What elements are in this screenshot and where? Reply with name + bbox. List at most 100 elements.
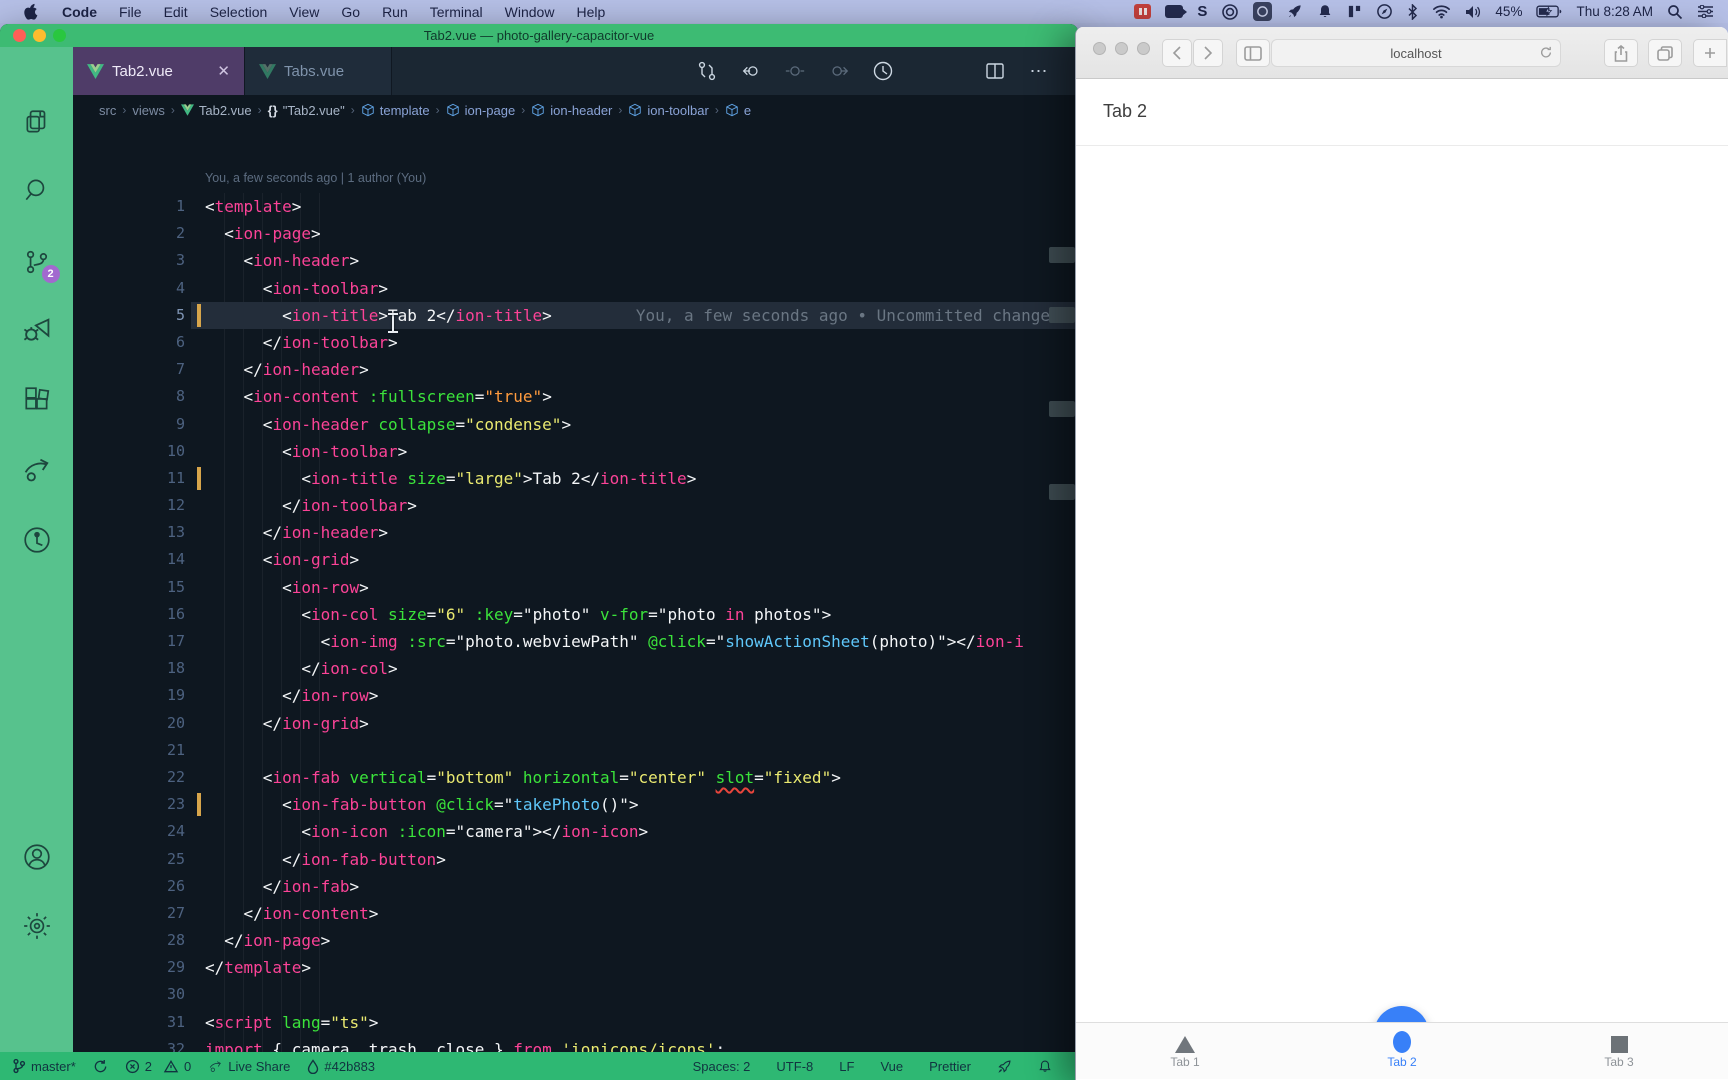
current-change-icon[interactable] bbox=[784, 60, 806, 82]
tab-tabs-vue[interactable]: Tabs.vue bbox=[245, 47, 392, 95]
bell-icon[interactable] bbox=[1317, 3, 1333, 21]
breadcrumb-separator: › bbox=[436, 103, 440, 117]
url-text: localhost bbox=[1390, 46, 1441, 61]
menubar-item-edit[interactable]: Edit bbox=[153, 0, 199, 23]
color-hash-indicator[interactable]: #42b883 bbox=[307, 1059, 375, 1074]
zoom-window-button[interactable] bbox=[1137, 42, 1150, 55]
menubar-item-file[interactable]: File bbox=[108, 0, 153, 23]
wifi-icon[interactable] bbox=[1432, 3, 1451, 21]
search-icon[interactable] bbox=[1667, 3, 1683, 21]
live-share-icon[interactable] bbox=[20, 453, 54, 487]
source-control-icon[interactable]: 2 bbox=[20, 245, 54, 279]
tab-button-tab3[interactable]: Tab 3 bbox=[1559, 1023, 1679, 1080]
breadcrumb-item-src[interactable]: src bbox=[99, 103, 116, 118]
forward-button[interactable] bbox=[1193, 39, 1223, 67]
menubar-item-view[interactable]: View bbox=[278, 0, 330, 23]
bluetooth-icon[interactable] bbox=[1407, 3, 1418, 21]
menubar-item-help[interactable]: Help bbox=[565, 0, 616, 23]
breadcrumb-item-iontoolbar[interactable]: ion-toolbar bbox=[628, 103, 708, 118]
split-editor-icon[interactable] bbox=[984, 60, 1006, 82]
sidebar-toggle-icon[interactable] bbox=[1236, 39, 1270, 67]
vscode-titlebar[interactable]: Tab2.vue — photo-gallery-capacitor-vue bbox=[0, 24, 1078, 47]
record-icon[interactable] bbox=[1221, 3, 1239, 21]
tab-label: Tab 1 bbox=[1125, 1055, 1245, 1069]
minimize-window-button[interactable] bbox=[33, 29, 46, 42]
compass-icon[interactable] bbox=[1376, 3, 1393, 21]
tab-overview-icon[interactable] bbox=[1648, 39, 1682, 67]
breadcrumb-item-tab2vue[interactable]: Tab2.vue bbox=[181, 103, 252, 118]
line-number: 6 bbox=[73, 329, 185, 356]
code-line-15: 15 <ion-row> bbox=[73, 574, 1078, 601]
more-actions-icon[interactable]: ⋯ bbox=[1028, 60, 1050, 82]
tab-button-tab1[interactable]: Tab 1 bbox=[1125, 1023, 1245, 1080]
control-center-icon[interactable] bbox=[1697, 3, 1714, 21]
line-number: 20 bbox=[73, 710, 185, 737]
run-debug-icon[interactable] bbox=[20, 313, 54, 347]
breadcrumb[interactable]: src›views›Tab2.vue›{}"Tab2.vue"›template… bbox=[73, 95, 1078, 125]
back-button[interactable] bbox=[1162, 39, 1192, 67]
code-line-21: 21 bbox=[73, 737, 1078, 764]
search-icon[interactable] bbox=[20, 173, 54, 207]
git-branch-indicator[interactable]: master* bbox=[12, 1058, 76, 1074]
timeline-icon[interactable] bbox=[872, 60, 894, 82]
share-icon[interactable] bbox=[1604, 39, 1638, 67]
reload-icon[interactable] bbox=[1539, 45, 1553, 63]
tab-tab2-vue[interactable]: Tab2.vue ✕ bbox=[73, 47, 245, 95]
breadcrumb-item-template[interactable]: template bbox=[361, 103, 430, 118]
rocket-icon[interactable] bbox=[1286, 3, 1303, 21]
screen-capture-icon[interactable] bbox=[1253, 2, 1272, 21]
eol-indicator[interactable]: LF bbox=[839, 1059, 854, 1074]
previous-change-icon[interactable] bbox=[740, 60, 762, 82]
breadcrumb-item-e[interactable]: e bbox=[725, 103, 751, 118]
menubar-item-selection[interactable]: Selection bbox=[199, 0, 279, 23]
next-change-icon[interactable] bbox=[828, 60, 850, 82]
feedback-rocket-icon[interactable] bbox=[997, 1059, 1012, 1074]
codelens-annotation[interactable]: You, a few seconds ago | 1 author (You) bbox=[205, 171, 426, 185]
safari-titlebar[interactable]: localhost bbox=[1076, 27, 1728, 79]
menubar-item-run[interactable]: Run bbox=[371, 0, 419, 23]
explorer-icon[interactable] bbox=[20, 105, 54, 139]
notifications-bell-icon[interactable] bbox=[1038, 1059, 1052, 1074]
open-changes-icon[interactable] bbox=[696, 60, 718, 82]
vue-icon bbox=[259, 64, 276, 79]
extensions-icon[interactable] bbox=[20, 383, 54, 417]
breadcrumb-item-ionheader[interactable]: ion-header bbox=[531, 103, 612, 118]
inline-blame-annotation: You, a few seconds ago • Uncommitted cha… bbox=[552, 306, 1050, 325]
camera-icon[interactable] bbox=[1165, 3, 1183, 21]
settings-gear-icon[interactable] bbox=[20, 909, 54, 943]
pause-icon[interactable] bbox=[1347, 3, 1362, 21]
menubar-item-window[interactable]: Window bbox=[494, 0, 566, 23]
address-bar[interactable]: localhost bbox=[1271, 39, 1561, 67]
problems-indicator[interactable]: 2 0 bbox=[125, 1059, 191, 1074]
film-icon[interactable] bbox=[1134, 3, 1151, 21]
menubar-item-go[interactable]: Go bbox=[330, 0, 371, 23]
volume-icon[interactable] bbox=[1465, 3, 1481, 21]
s-app-icon[interactable]: S bbox=[1197, 3, 1207, 21]
tab-button-tab2[interactable]: Tab 2 bbox=[1342, 1023, 1462, 1080]
indentation-indicator[interactable]: Spaces: 2 bbox=[693, 1059, 751, 1074]
live-share-button[interactable]: Live Share bbox=[208, 1059, 290, 1074]
breadcrumb-item-tab2vue[interactable]: {}"Tab2.vue" bbox=[268, 103, 345, 118]
sync-icon[interactable] bbox=[93, 1059, 108, 1074]
apple-menu[interactable] bbox=[12, 0, 49, 23]
code-line-22: 22 <ion-fab vertical="bottom" horizontal… bbox=[73, 764, 1078, 791]
language-mode-indicator[interactable]: Vue bbox=[880, 1059, 903, 1074]
code-line-1: 1<template> bbox=[73, 193, 1078, 220]
close-window-button[interactable] bbox=[1093, 42, 1106, 55]
zoom-window-button[interactable] bbox=[53, 29, 66, 42]
timeline-icon[interactable] bbox=[20, 523, 54, 557]
breadcrumb-item-ionpage[interactable]: ion-page bbox=[446, 103, 516, 118]
ink-drop-icon bbox=[307, 1059, 319, 1074]
menubar-item-terminal[interactable]: Terminal bbox=[419, 0, 494, 23]
square-tab-icon bbox=[1611, 1036, 1628, 1053]
formatter-indicator[interactable]: Prettier bbox=[929, 1059, 971, 1074]
new-tab-button[interactable] bbox=[1693, 39, 1727, 67]
minimize-window-button[interactable] bbox=[1115, 42, 1128, 55]
close-tab-icon[interactable]: ✕ bbox=[217, 62, 230, 80]
encoding-indicator[interactable]: UTF-8 bbox=[776, 1059, 813, 1074]
code-editor[interactable]: You, a few seconds ago | 1 author (You) … bbox=[73, 125, 1078, 1052]
account-icon[interactable] bbox=[20, 840, 54, 874]
close-window-button[interactable] bbox=[13, 29, 26, 42]
menubar-item-code[interactable]: Code bbox=[51, 0, 108, 23]
breadcrumb-item-views[interactable]: views bbox=[132, 103, 165, 118]
